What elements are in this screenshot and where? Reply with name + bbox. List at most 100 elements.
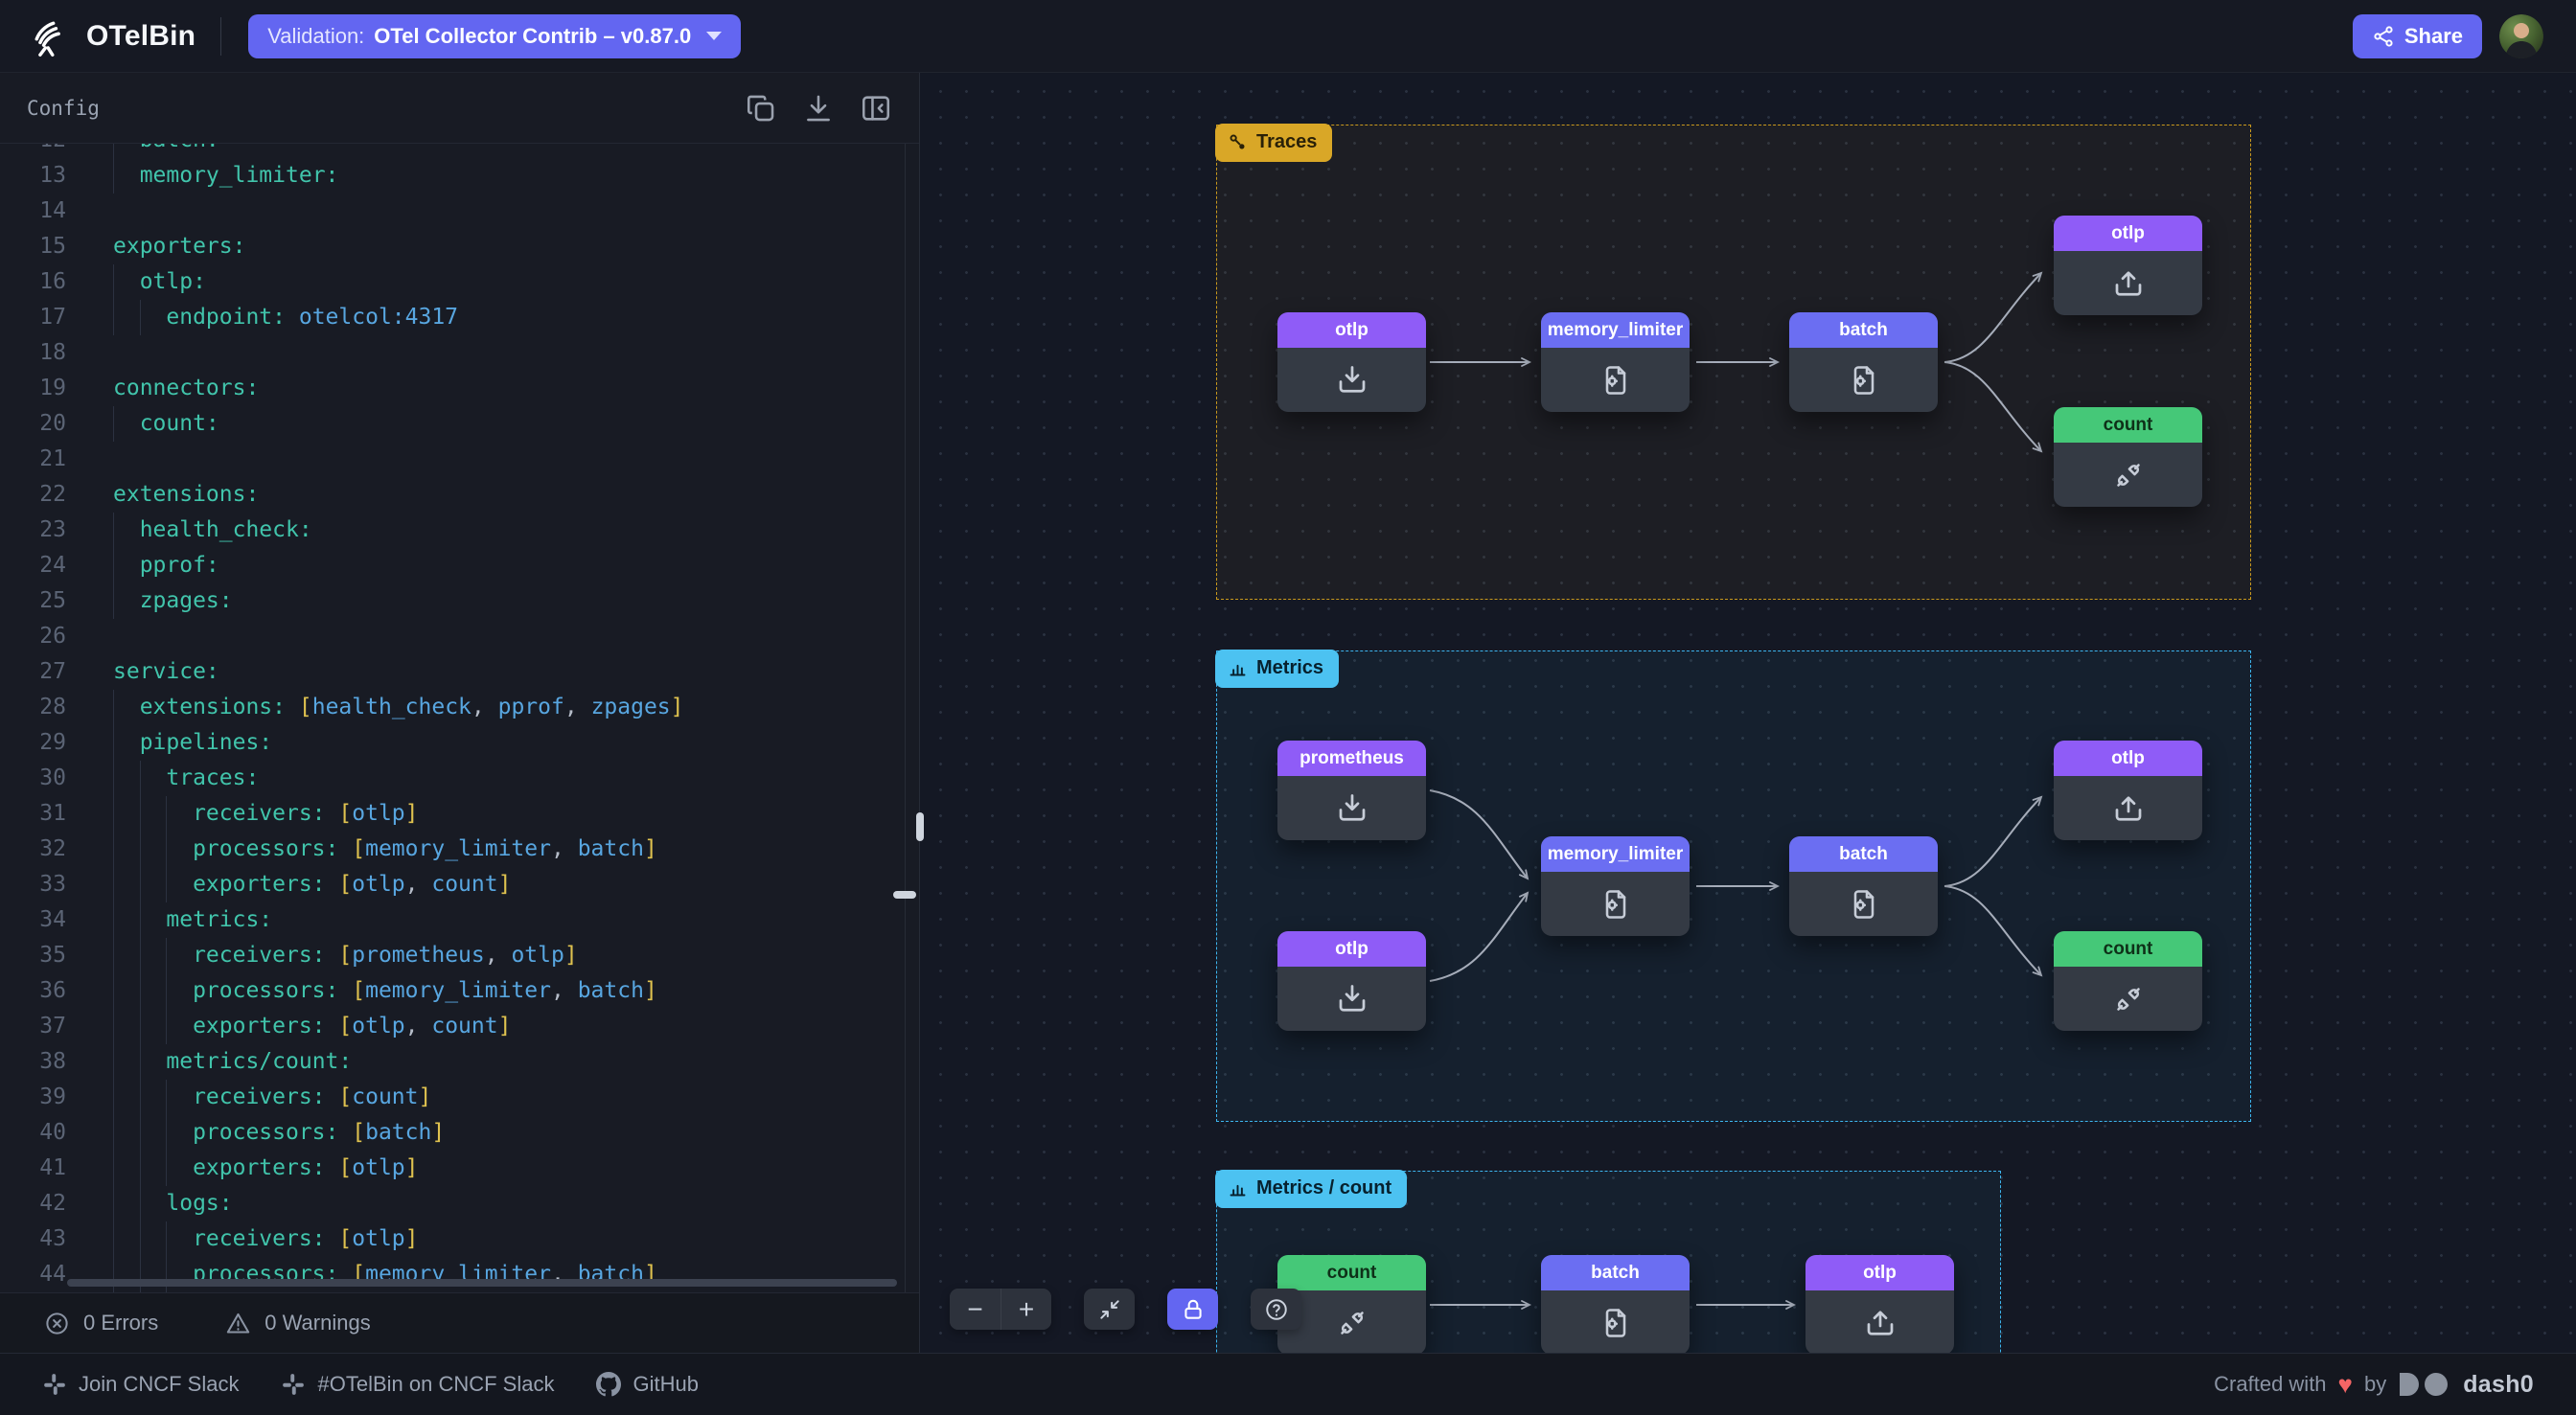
line-number: 35 <box>0 938 66 973</box>
indent-guide <box>113 583 140 619</box>
line-number: 36 <box>0 973 66 1009</box>
code-line[interactable]: 29pipelines: <box>0 725 918 761</box>
code-line[interactable]: 38metrics/count: <box>0 1044 918 1080</box>
indent-guide <box>140 300 167 335</box>
metrics-badge[interactable]: Metrics <box>1215 650 1339 688</box>
code-line[interactable]: 41exporters: [otlp] <box>0 1151 918 1186</box>
warnings-status[interactable]: 0 Warnings <box>225 1311 370 1336</box>
code-line[interactable]: 30traces: <box>0 761 918 796</box>
node-traces-batch[interactable]: batch <box>1789 312 1938 412</box>
code-line[interactable]: 27service: <box>0 654 918 690</box>
node-metrics-memory-limiter[interactable]: memory_limiter <box>1541 836 1690 936</box>
document-gear-icon <box>1598 363 1633 398</box>
node-metrics-prometheus-receiver[interactable]: prometheus <box>1277 741 1426 840</box>
node-metricscount-otlp-exporter[interactable]: otlp <box>1806 1255 1954 1353</box>
line-number: 29 <box>0 725 66 761</box>
code-line[interactable]: 28extensions: [health_check, pprof, zpag… <box>0 690 918 725</box>
code-line[interactable]: 14 <box>0 194 918 229</box>
github-link[interactable]: GitHub <box>596 1372 698 1397</box>
code-line-content: receivers: [count] <box>66 1080 431 1115</box>
indent-guide <box>140 867 167 902</box>
node-label: memory_limiter <box>1541 836 1690 872</box>
logo[interactable]: OTelBin <box>0 15 196 57</box>
errors-status[interactable]: 0 Errors <box>44 1311 158 1336</box>
code-line[interactable]: 33exporters: [otlp, count] <box>0 867 918 902</box>
line-number: 24 <box>0 548 66 583</box>
node-metrics-otlp-exporter[interactable]: otlp <box>2054 741 2202 840</box>
otelbin-slack-link[interactable]: #OTelBin on CNCF Slack <box>281 1372 554 1397</box>
avatar[interactable] <box>2499 14 2543 58</box>
code-line[interactable]: 17endpoint: otelcol:4317 <box>0 300 918 335</box>
code-line[interactable]: 44processors: [memory_limiter, batch] <box>0 1257 918 1292</box>
copy-config-button[interactable] <box>745 92 777 125</box>
lock-button[interactable] <box>1167 1289 1218 1330</box>
indent-guide <box>113 1080 140 1115</box>
join-cncf-slack-link[interactable]: Join CNCF Slack <box>42 1372 239 1397</box>
indent-guide <box>113 867 140 902</box>
code-editor[interactable]: 12batch:13memory_limiter:1415exporters:1… <box>0 144 918 1292</box>
code-line[interactable]: 43receivers: [otlp] <box>0 1221 918 1257</box>
code-line[interactable]: 31receivers: [otlp] <box>0 796 918 832</box>
code-line[interactable]: 24pprof: <box>0 548 918 583</box>
copy-icon <box>745 92 777 125</box>
node-metrics-count-connector[interactable]: count <box>2054 931 2202 1031</box>
code-line[interactable]: 21 <box>0 442 918 477</box>
code-line[interactable]: 35receivers: [prometheus, otlp] <box>0 938 918 973</box>
vertical-scrollbar-thumb[interactable] <box>893 891 916 899</box>
code-line[interactable]: 13memory_limiter: <box>0 158 918 194</box>
code-line[interactable]: 36processors: [memory_limiter, batch] <box>0 973 918 1009</box>
node-metrics-otlp-receiver[interactable]: otlp <box>1277 931 1426 1031</box>
code-line[interactable]: 32processors: [memory_limiter, batch] <box>0 832 918 867</box>
code-line[interactable]: 40processors: [batch] <box>0 1115 918 1151</box>
fit-view-button[interactable] <box>1084 1289 1135 1330</box>
code-line[interactable]: 19connectors: <box>0 371 918 406</box>
chevron-down-icon <box>706 32 722 40</box>
code-line[interactable]: 18 <box>0 335 918 371</box>
traces-badge[interactable]: Traces <box>1215 124 1332 162</box>
indent-guide <box>140 1186 167 1221</box>
indent-guide <box>140 1009 167 1044</box>
node-metricscount-batch[interactable]: batch <box>1541 1255 1690 1353</box>
config-panel-header: Config <box>0 73 919 144</box>
download-config-button[interactable] <box>802 92 835 125</box>
code-line[interactable]: 23health_check: <box>0 513 918 548</box>
bar-chart-icon <box>1228 658 1248 678</box>
help-button[interactable] <box>1251 1289 1301 1330</box>
code-line[interactable]: 15exporters: <box>0 229 918 264</box>
node-traces-otlp-receiver[interactable]: otlp <box>1277 312 1426 412</box>
indent-guide <box>113 1009 140 1044</box>
code-line[interactable]: 39receivers: [count] <box>0 1080 918 1115</box>
code-line-content: processors: [memory_limiter, batch] <box>66 832 657 867</box>
code-line[interactable]: 25zpages: <box>0 583 918 619</box>
pipeline-canvas[interactable]: Traces Metrics Metrics / count <box>920 73 2576 1353</box>
node-traces-memory-limiter[interactable]: memory_limiter <box>1541 312 1690 412</box>
validation-dropdown[interactable]: Validation: OTel Collector Contrib – v0.… <box>248 14 741 58</box>
code-line[interactable]: 16otlp: <box>0 264 918 300</box>
horizontal-scrollbar[interactable] <box>67 1279 897 1287</box>
code-line[interactable]: 34metrics: <box>0 902 918 938</box>
code-line[interactable]: 26 <box>0 619 918 654</box>
avatar-image <box>2499 14 2543 58</box>
node-traces-otlp-exporter[interactable]: otlp <box>2054 216 2202 315</box>
node-label: batch <box>1541 1255 1690 1290</box>
collapse-panel-button[interactable] <box>860 92 892 125</box>
code-line-content: receivers: [otlp] <box>66 1221 419 1257</box>
node-metrics-batch[interactable]: batch <box>1789 836 1938 936</box>
code-line[interactable]: 42logs: <box>0 1186 918 1221</box>
panel-resize-handle[interactable] <box>916 812 924 841</box>
zoom-out-button[interactable]: − <box>950 1289 1000 1330</box>
code-line[interactable]: 22extensions: <box>0 477 918 513</box>
share-button[interactable]: Share <box>2353 14 2482 58</box>
indent-guide <box>166 1009 193 1044</box>
code-line[interactable]: 12batch: <box>0 144 918 158</box>
metrics-count-badge[interactable]: Metrics / count <box>1215 1170 1407 1208</box>
code-line[interactable]: 37exporters: [otlp, count] <box>0 1009 918 1044</box>
node-traces-count-connector[interactable]: count <box>2054 407 2202 507</box>
plug-connector-icon <box>2111 458 2146 492</box>
code-line[interactable]: 20count: <box>0 406 918 442</box>
indent-guide <box>140 1257 167 1292</box>
line-number: 26 <box>0 619 66 654</box>
indent-guide <box>140 832 167 867</box>
zoom-in-button[interactable]: + <box>1000 1289 1051 1330</box>
code-line-content: count: <box>66 406 219 442</box>
